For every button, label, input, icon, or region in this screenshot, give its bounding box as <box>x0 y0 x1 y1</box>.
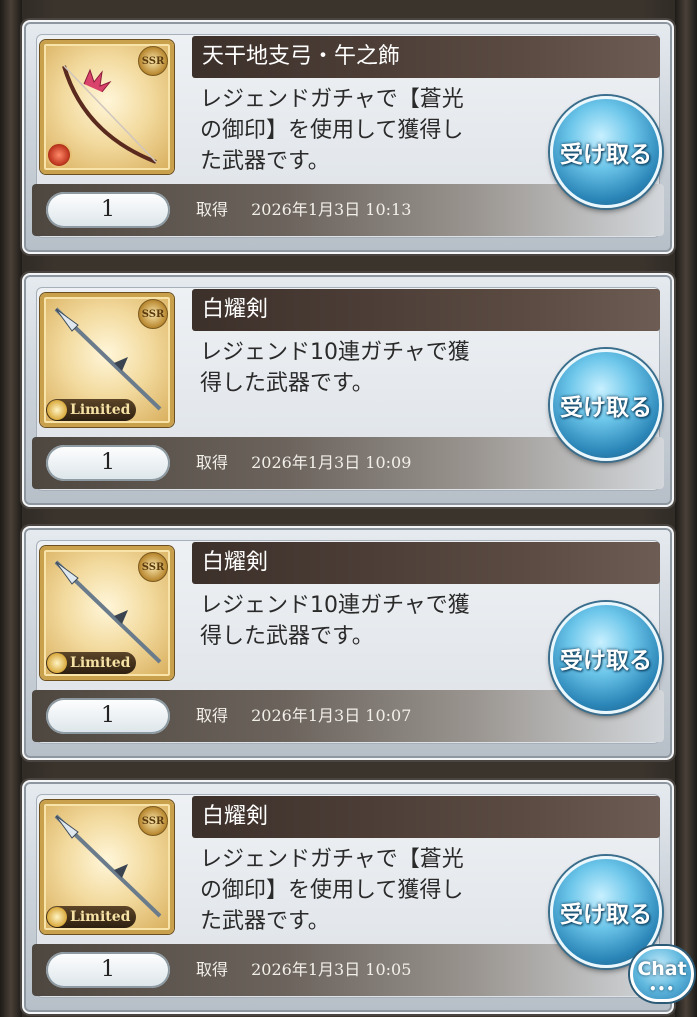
quantity-field: 1 <box>46 952 170 988</box>
description-line: 得した武器です。 <box>200 371 374 396</box>
item-name: 白耀剣 <box>192 289 660 331</box>
description-line: の御印】を使用して獲得し <box>200 878 464 903</box>
item-description: レジェンドガチャで【蒼光 の御印】を使用して獲得し た武器です。 <box>200 84 530 177</box>
description-line: レジェンド10連ガチャで獲 <box>200 340 470 365</box>
limited-label: Limited <box>70 655 131 671</box>
acquired-label: 取得 <box>196 960 229 979</box>
description-line: レジェンドガチャで【蒼光 <box>200 847 464 872</box>
chat-dots-icon: ••• <box>648 982 675 996</box>
limited-coin-icon <box>47 907 67 927</box>
rarity-badge: SSR <box>138 299 168 329</box>
description-line: レジェンド10連ガチャで獲 <box>200 593 470 618</box>
acquired-time: 2026年1月3日 10:13 <box>251 200 412 219</box>
right-frame <box>675 0 697 1017</box>
acquired-time: 2026年1月3日 10:07 <box>251 706 412 725</box>
acquired-info: 取得 2026年1月3日 10:07 <box>196 690 411 742</box>
acquired-label: 取得 <box>196 453 229 472</box>
receive-button[interactable]: 受け取る <box>550 96 662 208</box>
chat-label: Chat <box>637 958 687 980</box>
rarity-badge: SSR <box>138 806 168 836</box>
acquired-time: 2026年1月3日 10:09 <box>251 453 412 472</box>
quantity-field: 1 <box>46 192 170 228</box>
item-card: SSR 天干地支弓・午之飾 レジェンドガチャで【蒼光 の御印】を使用して獲得し … <box>22 20 674 254</box>
quantity-field: 1 <box>46 698 170 734</box>
item-description: レジェンドガチャで【蒼光 の御印】を使用して獲得し た武器です。 <box>200 844 530 937</box>
left-frame <box>0 0 22 1017</box>
receive-button[interactable]: 受け取る <box>550 602 662 714</box>
limited-label: Limited <box>70 909 131 925</box>
weapon-thumbnail: SSR Limited <box>40 546 174 680</box>
description-line: レジェンドガチャで【蒼光 <box>200 87 464 112</box>
item-card: SSR Limited 白耀剣 レジェンド10連ガチャで獲 得した武器です。 1… <box>22 526 674 760</box>
limited-badge: Limited <box>46 652 137 674</box>
fire-element-icon <box>46 142 72 168</box>
rarity-badge: SSR <box>138 46 168 76</box>
acquired-time: 2026年1月3日 10:05 <box>251 960 412 979</box>
weapon-thumbnail: SSR <box>40 40 174 174</box>
item-name: 白耀剣 <box>192 796 660 838</box>
acquired-info: 取得 2026年1月3日 10:13 <box>196 184 411 236</box>
acquired-info: 取得 2026年1月3日 10:09 <box>196 437 411 489</box>
quantity-field: 1 <box>46 445 170 481</box>
chat-button[interactable]: Chat ••• <box>630 946 694 1002</box>
acquired-label: 取得 <box>196 706 229 725</box>
limited-coin-icon <box>47 400 67 420</box>
limited-badge: Limited <box>46 399 137 421</box>
item-description: レジェンド10連ガチャで獲 得した武器です。 <box>200 590 530 652</box>
rarity-badge: SSR <box>138 552 168 582</box>
description-line: た武器です。 <box>200 149 330 174</box>
limited-badge: Limited <box>46 906 137 928</box>
item-card: SSR Limited 白耀剣 レジェンド10連ガチャで獲 得した武器です。 1… <box>22 273 674 507</box>
description-line: 得した武器です。 <box>200 624 374 649</box>
acquired-info: 取得 2026年1月3日 10:05 <box>196 944 411 996</box>
description-line: た武器です。 <box>200 909 330 934</box>
item-name: 白耀剣 <box>192 542 660 584</box>
item-description: レジェンド10連ガチャで獲 得した武器です。 <box>200 337 530 399</box>
acquired-label: 取得 <box>196 200 229 219</box>
limited-coin-icon <box>47 653 67 673</box>
item-card: SSR Limited 白耀剣 レジェンドガチャで【蒼光 の御印】を使用して獲得… <box>22 780 674 1014</box>
item-name: 天干地支弓・午之飾 <box>192 36 660 78</box>
weapon-thumbnail: SSR Limited <box>40 293 174 427</box>
receive-button[interactable]: 受け取る <box>550 349 662 461</box>
weapon-thumbnail: SSR Limited <box>40 800 174 934</box>
limited-label: Limited <box>70 402 131 418</box>
description-line: の御印】を使用して獲得し <box>200 118 464 143</box>
